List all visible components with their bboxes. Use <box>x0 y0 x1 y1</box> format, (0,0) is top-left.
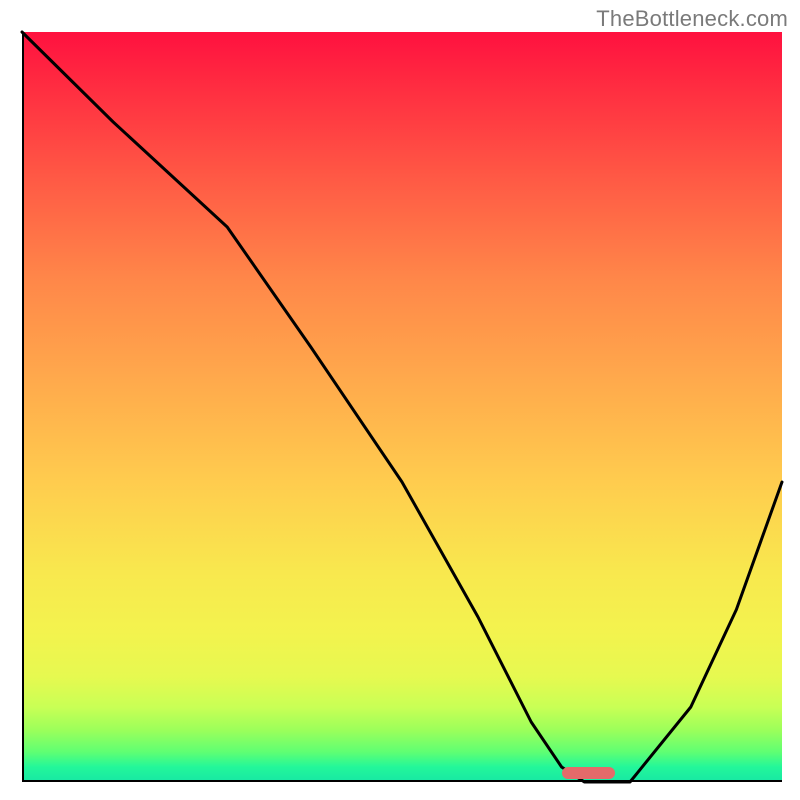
chart-frame: TheBottleneck.com <box>0 0 800 800</box>
bottleneck-curve <box>22 32 782 782</box>
optimal-range-marker <box>562 767 615 779</box>
watermark-text: TheBottleneck.com <box>596 6 788 32</box>
